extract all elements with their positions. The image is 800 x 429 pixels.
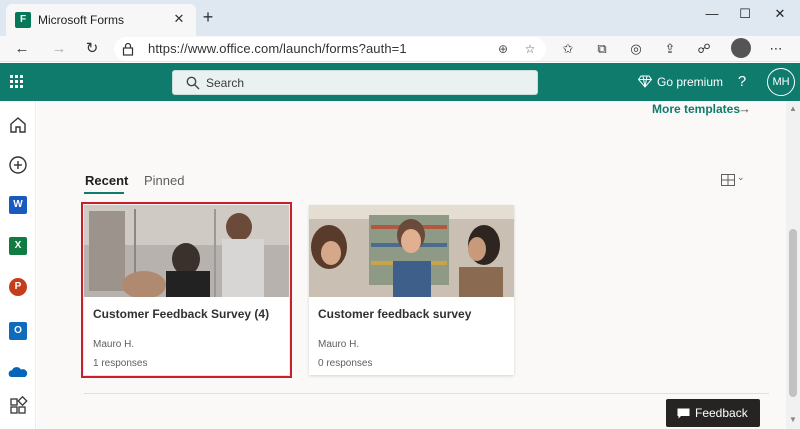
scroll-up-icon[interactable]: ▲ <box>789 104 797 113</box>
minimize-button[interactable]: — <box>697 2 727 26</box>
create-icon[interactable] <box>8 155 28 175</box>
tab-active-indicator <box>84 192 124 194</box>
browser-tab[interactable]: F Microsoft Forms ✕ <box>6 4 196 36</box>
card-author: Mauro H. <box>318 339 360 350</box>
browser-tab-strip: F Microsoft Forms ✕ + — ☐ ✕ <box>0 0 800 36</box>
chevron-down-icon[interactable]: ⌄ <box>737 172 745 183</box>
excel-icon[interactable]: X <box>9 237 27 255</box>
lock-icon <box>122 42 134 56</box>
card-responses: 1 responses <box>93 358 148 369</box>
help-icon[interactable]: ? <box>735 72 749 92</box>
arrow-right-icon: → <box>738 101 751 116</box>
close-window-button[interactable]: ✕ <box>765 2 795 26</box>
app-launcher-icon[interactable] <box>10 75 24 89</box>
more-templates-link[interactable]: More templates <box>652 102 740 116</box>
grid-view-icon[interactable] <box>721 174 735 186</box>
forms-favicon-icon: F <box>15 12 31 28</box>
feedback-label: Feedback <box>695 406 748 420</box>
outlook-icon[interactable]: O <box>9 322 27 340</box>
onedrive-icon[interactable] <box>8 363 28 383</box>
browser-profile-avatar[interactable] <box>731 38 751 58</box>
add-page-icon[interactable]: ⊕ <box>494 40 512 58</box>
favorites-icon[interactable]: ✩ <box>557 38 579 60</box>
card-thumbnail-image <box>84 205 289 297</box>
diamond-icon <box>638 75 652 88</box>
new-tab-button[interactable]: + <box>198 8 218 28</box>
comment-icon <box>677 408 690 419</box>
vertical-scrollbar[interactable]: ▲ ▼ <box>786 101 800 429</box>
feedback-button[interactable]: Feedback <box>666 399 760 427</box>
office-header: Search Go premium ? MH <box>0 63 800 101</box>
scroll-thumb[interactable] <box>789 229 797 397</box>
card-title: Customer Feedback Survey (4) <box>93 307 270 321</box>
search-placeholder: Search <box>206 76 245 90</box>
user-avatar[interactable]: MH <box>767 68 795 96</box>
tab-pinned[interactable]: Pinned <box>144 173 184 188</box>
form-card[interactable]: Customer Feedback Survey (4) Mauro H. 1 … <box>81 202 292 378</box>
card-title: Customer feedback survey <box>318 307 472 321</box>
favorite-star-icon[interactable]: ☆ <box>521 40 539 58</box>
left-app-rail: W X P O <box>0 101 36 429</box>
card-thumbnail-image <box>309 205 514 297</box>
share-icon[interactable]: ⇪ <box>659 38 681 60</box>
all-apps-icon[interactable] <box>8 396 28 416</box>
more-options-icon[interactable]: ⋯ <box>765 38 787 60</box>
refresh-icon[interactable]: ↻ <box>80 37 104 61</box>
address-toolbar: ← → ↻ https://www.office.com/launch/form… <box>0 36 800 62</box>
go-premium-label: Go premium <box>657 75 724 89</box>
back-arrow-icon[interactable]: ← <box>10 37 34 61</box>
maximize-button[interactable]: ☐ <box>730 2 760 26</box>
tab-close-icon[interactable]: ✕ <box>170 10 188 28</box>
feedback-browser-icon[interactable]: ☍ <box>693 38 715 60</box>
search-icon <box>186 76 200 90</box>
form-card[interactable]: Customer feedback survey Mauro H. 0 resp… <box>309 205 514 375</box>
tab-recent[interactable]: Recent <box>85 173 128 188</box>
search-input[interactable]: Search <box>172 70 538 95</box>
main-content: More templates → Recent Pinned ⌄ Custome… <box>37 101 786 429</box>
collections-icon[interactable]: ⧉ <box>591 38 613 60</box>
screenshot-icon[interactable]: ◎ <box>625 38 647 60</box>
section-divider <box>84 393 769 394</box>
word-icon[interactable]: W <box>9 196 27 214</box>
card-responses: 0 responses <box>318 358 373 369</box>
url-text: https://www.office.com/launch/forms?auth… <box>148 41 407 56</box>
forward-arrow-icon[interactable]: → <box>47 37 71 61</box>
powerpoint-icon[interactable]: P <box>9 278 27 296</box>
home-icon[interactable] <box>8 115 28 135</box>
scroll-down-icon[interactable]: ▼ <box>789 415 797 424</box>
card-author: Mauro H. <box>93 339 135 350</box>
address-bar[interactable]: https://www.office.com/launch/forms?auth… <box>114 37 546 61</box>
tab-title: Microsoft Forms <box>38 13 125 27</box>
